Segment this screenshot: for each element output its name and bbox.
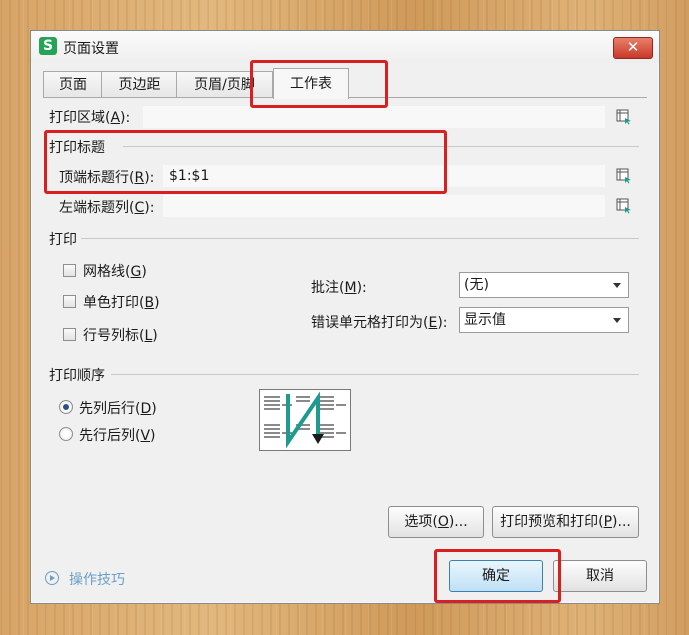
comments-label: 批注(M): (311, 280, 367, 296)
comments-select[interactable]: (无) (459, 272, 629, 298)
print-preview-button[interactable]: 打印预览和打印(P)... (492, 506, 639, 538)
comments-value: (无) (464, 277, 489, 293)
tab-margins[interactable]: 页边距 (101, 71, 178, 98)
tab-sheet[interactable]: 工作表 (273, 68, 349, 99)
cell-errors-label: 错误单元格打印为(E): (311, 315, 448, 331)
title-bar[interactable]: S 页面设置 ✕ (31, 31, 659, 63)
monochrome-checkbox[interactable] (63, 295, 76, 308)
print-order-heading: 打印顺序 (49, 368, 105, 384)
row-col-headings-label: 行号列标(L) (83, 328, 158, 344)
wps-spreadsheet-icon: S (39, 37, 57, 55)
tab-page[interactable]: 页面 (43, 71, 103, 98)
range-picker-icon[interactable] (616, 198, 632, 214)
separator (81, 238, 639, 239)
monochrome-label: 单色打印(B) (83, 295, 160, 311)
highlight-print-titles (44, 130, 447, 194)
tips-label: 操作技巧 (69, 572, 125, 588)
chevron-down-icon (613, 318, 621, 323)
gridlines-checkbox[interactable] (63, 264, 76, 277)
cell-errors-value: 显示值 (464, 312, 506, 328)
print-area-label: 打印区域(A): (49, 110, 131, 126)
dialog-title: 页面设置 (63, 41, 119, 57)
left-cols-label: 左端标题列(C): (59, 200, 155, 216)
over-then-down-label: 先行后列(V) (79, 428, 156, 444)
cancel-button[interactable]: 取消 (553, 560, 647, 592)
over-then-down-radio[interactable] (59, 427, 73, 441)
options-button[interactable]: 选项(O)... (388, 506, 484, 538)
page-setup-dialog: S 页面设置 ✕ 页面 页边距 页眉/页脚 工作表 打印区域(A): 打印标题 … (30, 30, 660, 604)
highlight-ok-button (434, 549, 561, 603)
down-then-over-radio[interactable] (59, 400, 73, 414)
close-button[interactable]: ✕ (613, 37, 653, 59)
row-col-headings-checkbox[interactable] (63, 328, 76, 341)
print-order-preview-icon (259, 389, 351, 451)
gridlines-label: 网格线(G) (83, 264, 147, 280)
down-then-over-label: 先列后行(D) (79, 401, 157, 417)
print-area-input[interactable] (143, 106, 605, 128)
left-cols-input[interactable] (163, 195, 605, 217)
play-icon (45, 571, 59, 585)
range-picker-icon[interactable] (616, 109, 632, 125)
cell-errors-select[interactable]: 显示值 (459, 307, 629, 333)
range-picker-icon[interactable] (616, 168, 632, 184)
separator (111, 374, 639, 375)
print-heading: 打印 (49, 232, 77, 248)
chevron-down-icon (613, 283, 621, 288)
